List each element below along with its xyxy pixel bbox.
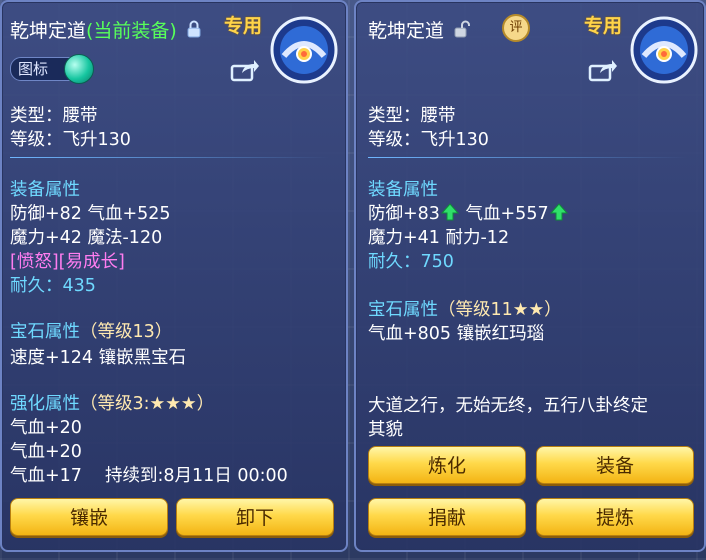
durability-label: 耐久：	[368, 252, 421, 272]
equip-stat-line-1: 防御+82 气血+525	[10, 204, 171, 224]
durability-label: 耐久：	[10, 276, 63, 296]
defense-stat: 防御+83	[368, 204, 440, 224]
durability-value: 435	[62, 276, 96, 296]
equip-stat-line-2: 魔力+42 魔法-120	[10, 228, 163, 248]
equip-button[interactable]: 装备	[536, 446, 694, 484]
belt-item-icon[interactable]	[270, 16, 338, 84]
gem-level: （等级11★★）	[438, 300, 562, 320]
share-icon[interactable]	[588, 58, 618, 86]
enhance-line-2: 气血+20	[10, 442, 82, 462]
donate-button[interactable]: 捐献	[368, 498, 526, 536]
type-line: 类型：腰带	[10, 106, 98, 126]
equip-stat-line-1: 防御+83 气血+557	[368, 200, 569, 227]
unlock-icon[interactable]	[454, 20, 471, 43]
toggle-label: 图标	[18, 60, 49, 78]
exclusive-label: 专用	[584, 15, 623, 37]
enhance-line-1: 气血+20	[10, 418, 82, 438]
rating-badge-text: 评	[509, 20, 523, 35]
extract-button[interactable]: 提炼	[536, 498, 694, 536]
equip-attr-header: 装备属性	[368, 180, 438, 200]
share-icon[interactable]	[230, 58, 260, 86]
gem-attr-header: 宝石属性	[10, 322, 80, 342]
current-equipped-tag: (当前装备)	[86, 20, 177, 42]
gem-line: 速度+124 镶嵌黑宝石	[10, 348, 187, 368]
durability-line: 耐久：750	[368, 248, 454, 273]
arrow-up-icon	[440, 202, 460, 227]
gem-attr-line: 宝石属性（等级11★★）	[368, 296, 562, 321]
type-line: 类型：腰带	[368, 106, 456, 126]
gem-level: （等级13）	[80, 322, 173, 342]
item-title: 乾坤定道	[368, 16, 471, 43]
item-name: 乾坤定道	[368, 20, 445, 42]
gem-line: 气血+805 镶嵌红玛瑙	[368, 324, 545, 344]
enhance-attr-line: 强化属性（等级3:★★★）	[10, 390, 214, 415]
gem-attr-header: 宝石属性	[368, 300, 438, 320]
lock-icon[interactable]	[187, 20, 201, 43]
hp-stat: 气血+557	[465, 204, 549, 224]
icon-toggle[interactable]: 图标	[10, 54, 94, 84]
divider	[10, 157, 330, 158]
refine-button[interactable]: 炼化	[368, 446, 526, 484]
level-line: 等级：飞升130	[10, 130, 131, 150]
item-description-line-2: 其貌	[368, 420, 403, 440]
rating-badge[interactable]: 评	[502, 14, 530, 42]
current-equipment-panel: 乾坤定道(当前装备) 专用 图标 类型：腰带 等级：飞升130 装备属性 防御+…	[0, 0, 348, 552]
belt-item-icon[interactable]	[630, 16, 698, 84]
item-name: 乾坤定道	[10, 20, 87, 42]
item-description-line-1: 大道之行，无始无终，五行八卦终定	[368, 396, 648, 416]
enhance-line-3: 气血+17 持续到:8月11日 00:00	[10, 466, 288, 486]
arrow-up-icon	[549, 202, 569, 227]
special-traits: [愤怒][易成长]	[10, 252, 125, 272]
gem-attr-line: 宝石属性（等级13）	[10, 318, 172, 343]
enhance-level: （等级3:★★★）	[80, 394, 215, 414]
compare-equipment-panel: 乾坤定道 评 专用 类型：腰带 等级：飞升130 装备属性 防御+83 气血+5…	[354, 0, 706, 552]
equip-attr-header: 装备属性	[10, 180, 80, 200]
exclusive-label: 专用	[224, 15, 263, 37]
toggle-knob[interactable]	[64, 54, 94, 84]
item-title: 乾坤定道(当前装备)	[10, 16, 201, 43]
unequip-button[interactable]: 卸下	[176, 498, 334, 536]
level-line: 等级：飞升130	[368, 130, 489, 150]
equip-stat-line-2: 魔力+41 耐力-12	[368, 228, 510, 248]
divider	[368, 157, 688, 158]
durability-line: 耐久：435	[10, 272, 96, 297]
enhance-attr-header: 强化属性	[10, 394, 80, 414]
durability-value: 750	[420, 252, 454, 272]
inlay-button[interactable]: 镶嵌	[10, 498, 168, 536]
